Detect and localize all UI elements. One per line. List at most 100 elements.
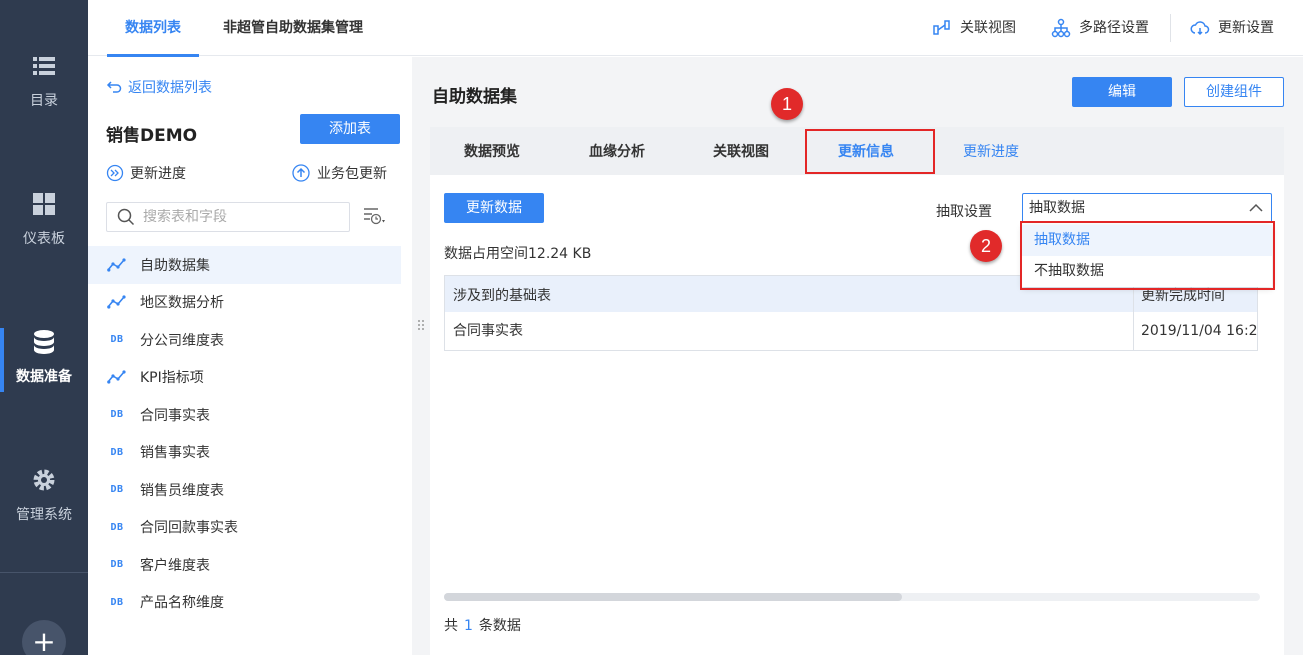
table-list-item[interactable]: KPI指标项 (88, 359, 401, 397)
progress-icon (106, 164, 124, 182)
drag-handle-icon (418, 320, 424, 330)
package-update-label: 业务包更新 (317, 166, 387, 182)
create-component-button[interactable]: 创建组件 (1184, 77, 1284, 107)
db-table-icon: DB (106, 522, 128, 533)
left-rail: 目录 仪表板 数据准备 管理系统 + (0, 0, 88, 655)
filter-icon[interactable] (362, 205, 388, 229)
list-icon (33, 57, 55, 75)
table-list-item[interactable]: 地区数据分析 (88, 284, 401, 322)
top-bar: 数据列表 非超管自助数据集管理 关联视图 多路径设置 更新设置 (88, 0, 1303, 57)
db-badge: DB (110, 484, 124, 496)
tab-relation-view[interactable]: 关联视图 (713, 127, 769, 175)
self-dataset-icon (107, 258, 126, 272)
database-icon (34, 330, 54, 354)
table-list-item[interactable]: DB 合同事实表 (88, 396, 401, 434)
back-link[interactable]: 返回数据列表 (106, 77, 212, 97)
relation-view-button[interactable]: 关联视图 (932, 0, 1016, 56)
table-cell: 2019/11/04 16:26: (1141, 323, 1257, 339)
column-header: 涉及到的基础表 (453, 288, 551, 304)
table-list-item[interactable]: 自助数据集 (88, 246, 401, 284)
db-badge: DB (110, 521, 124, 533)
back-link-label: 返回数据列表 (128, 80, 212, 96)
topbar-divider (1170, 14, 1171, 42)
scrollbar-thumb[interactable] (444, 593, 902, 601)
tab-update-progress[interactable]: 更新进度 (963, 127, 1019, 175)
multipath-settings-button[interactable]: 多路径设置 (1051, 0, 1149, 56)
rail-divider (0, 572, 88, 573)
db-table-icon: DB (106, 597, 128, 608)
package-update-link[interactable]: 业务包更新 (291, 163, 387, 183)
rail-label: 数据准备 (16, 369, 72, 385)
self-dataset-icon (107, 370, 126, 384)
gear-icon (33, 469, 55, 491)
table-list-label: 客户维度表 (140, 557, 210, 574)
table-row[interactable]: 合同事实表 2019/11/04 16:26: (445, 312, 1257, 350)
rail-item-catalog[interactable]: 目录 (0, 52, 88, 148)
left-panel: 返回数据列表 销售DEMO 添加表 更新进度 业务包更新 自助数据集地区数据分析… (88, 57, 412, 655)
chevron-up-icon (1249, 203, 1263, 212)
edit-button[interactable]: 编辑 (1072, 77, 1172, 107)
page-title: 自助数据集 (432, 87, 517, 107)
update-info-content: 更新数据 抽取设置 抽取数据 数据占用空间12.24 KB 涉及到的基础表 更新… (430, 175, 1284, 655)
package-name: 销售DEMO (106, 126, 198, 146)
record-count-suffix: 条数据 (478, 618, 521, 634)
highlight-box-update-info (805, 129, 935, 174)
table-list-item[interactable]: DB 分公司维度表 (88, 321, 401, 359)
back-arrow-icon (106, 81, 122, 93)
table-list-item[interactable]: DB 销售事实表 (88, 434, 401, 472)
table-list-label: 合同事实表 (140, 407, 210, 424)
table-list: 自助数据集 地区数据分析 DB 分公司维度表 KPI指标项 DB 合同事实表 DB 销售事实表 D… (88, 246, 401, 621)
rail-item-admin[interactable]: 管理系统 (0, 466, 88, 562)
add-table-button[interactable]: 添加表 (300, 114, 400, 144)
table-list-label: 销售事实表 (140, 445, 210, 462)
tab-non-admin-dataset[interactable]: 非超管自助数据集管理 (223, 0, 363, 56)
add-button[interactable]: + (22, 620, 66, 655)
self-dataset-icon (106, 370, 128, 384)
db-badge: DB (110, 409, 124, 421)
hierarchy-icon (1051, 18, 1071, 38)
db-table-icon: DB (106, 334, 128, 345)
callout-badge-2: 2 (970, 230, 1002, 262)
table-list-label: 自助数据集 (140, 257, 210, 274)
db-table-icon: DB (106, 484, 128, 495)
update-settings-button[interactable]: 更新设置 (1190, 0, 1274, 56)
search-box (106, 202, 350, 232)
self-dataset-icon (106, 258, 128, 272)
table-list-item[interactable]: DB 合同回款事实表 (88, 509, 401, 547)
update-progress-link[interactable]: 更新进度 (106, 163, 186, 183)
extract-select[interactable]: 抽取数据 (1022, 193, 1272, 223)
tab-data-preview[interactable]: 数据预览 (464, 127, 520, 175)
update-data-button[interactable]: 更新数据 (444, 193, 544, 223)
table-list-item[interactable]: DB 客户维度表 (88, 546, 401, 584)
record-count-prefix: 共 (444, 618, 458, 634)
rail-label: 目录 (30, 93, 58, 109)
record-count-value: 1 (464, 618, 473, 634)
update-settings-label: 更新设置 (1218, 20, 1274, 36)
search-input[interactable] (143, 209, 333, 225)
rail-label: 仪表板 (23, 231, 65, 247)
table-list-label: 合同回款事实表 (140, 520, 238, 537)
table-list-item[interactable]: DB 销售员维度表 (88, 471, 401, 509)
table-list-label: 产品名称维度 (140, 595, 224, 612)
record-count: 共 1 条数据 (444, 615, 521, 635)
rail-label: 管理系统 (16, 507, 72, 523)
horizontal-scrollbar[interactable] (444, 593, 1260, 601)
multipath-settings-label: 多路径设置 (1079, 20, 1149, 36)
table-cell: 合同事实表 (453, 323, 523, 339)
self-dataset-icon (106, 295, 128, 309)
rail-item-dashboard[interactable]: 仪表板 (0, 190, 88, 286)
db-badge: DB (110, 596, 124, 608)
db-badge: DB (110, 334, 124, 346)
table-list-item[interactable]: DB 产品名称维度 (88, 584, 401, 622)
db-badge: DB (110, 559, 124, 571)
tab-data-list[interactable]: 数据列表 (107, 0, 199, 57)
tab-lineage[interactable]: 血缘分析 (589, 127, 645, 175)
dashboard-icon (33, 193, 55, 215)
main-panel: 自助数据集 1 编辑 创建组件 数据预览 血缘分析 关联视图 更新信息 更新进度… (430, 57, 1303, 655)
panel-splitter[interactable] (412, 57, 430, 655)
rail-item-data-prep[interactable]: 数据准备 (0, 328, 88, 424)
relation-view-icon (933, 20, 950, 35)
extract-select-value: 抽取数据 (1029, 200, 1085, 216)
upload-circle-icon (292, 164, 310, 182)
db-badge: DB (110, 446, 124, 458)
